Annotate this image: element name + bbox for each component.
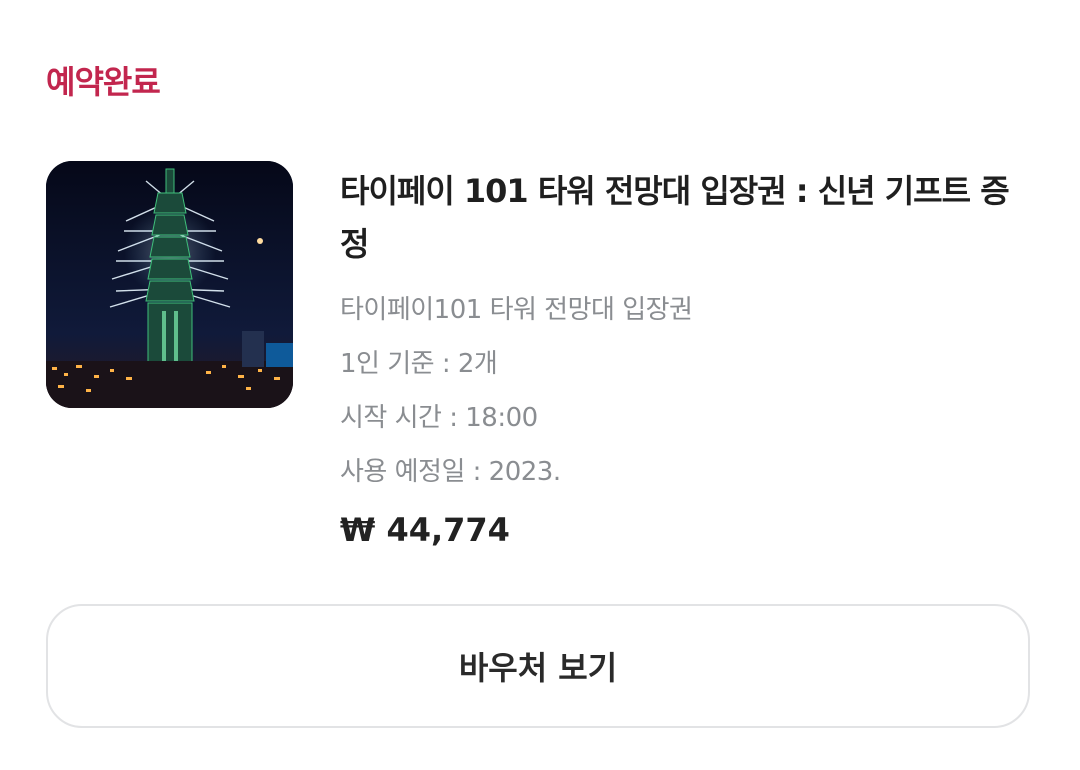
- product-title[interactable]: 타이페이 101 타워 전망대 입장권 : 신년 기프트 증정: [340, 165, 1030, 271]
- view-voucher-button[interactable]: 바우처 보기: [46, 604, 1030, 728]
- product-info: 타이페이 101 타워 전망대 입장권 : 신년 기프트 증정 타이페이101 …: [340, 165, 1030, 559]
- product-use-date: 사용 예정일 : 2023.: [340, 457, 561, 487]
- product-thumbnail[interactable]: [46, 161, 293, 408]
- product-start-time: 시작 시간 : 18:00: [340, 403, 538, 433]
- product-price: ₩ 44,774: [340, 511, 510, 549]
- taipei-101-fireworks-photo-icon: [46, 161, 293, 408]
- product-option-name: 타이페이101 타워 전망대 입장권: [340, 295, 693, 325]
- product-quantity: 1인 기준 : 2개: [340, 349, 498, 379]
- reservation-status: 예약완료: [46, 63, 161, 101]
